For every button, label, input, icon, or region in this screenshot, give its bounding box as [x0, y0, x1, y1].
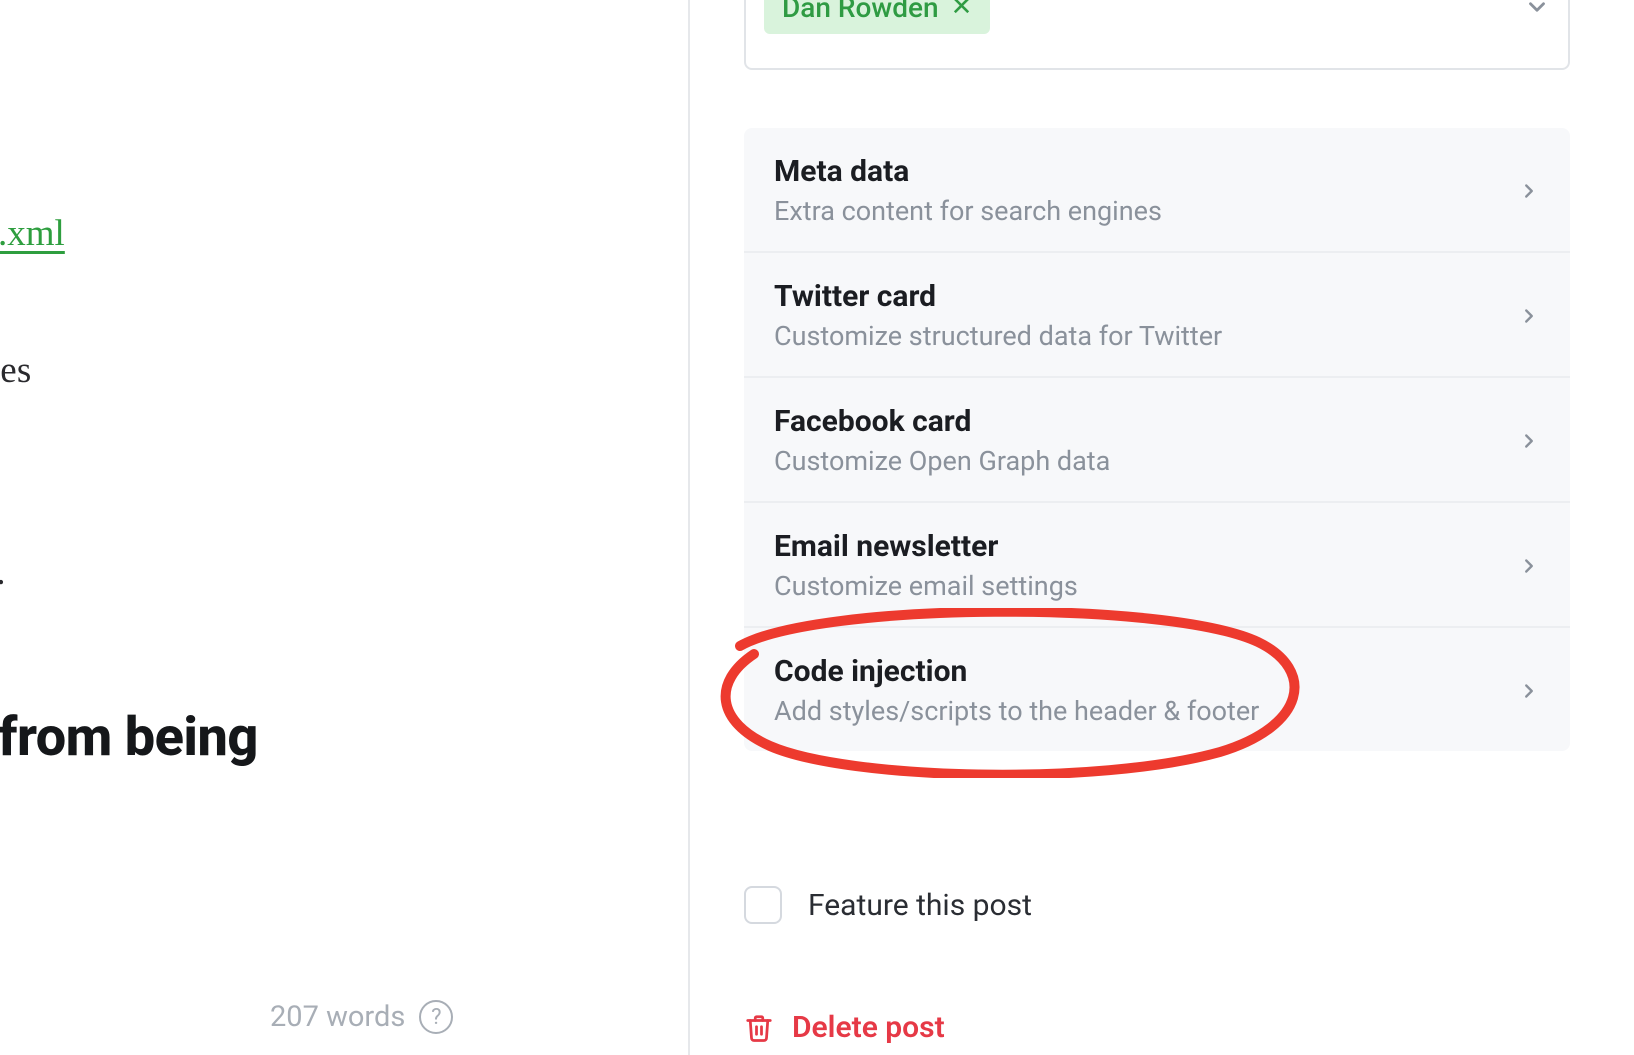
- author-chip-label: Dan Rowden: [782, 0, 939, 24]
- settings-item-title: Email newsletter: [774, 529, 1078, 564]
- settings-item-desc: Extra content for search engines: [774, 195, 1162, 227]
- remove-author-icon[interactable]: ✕: [951, 0, 973, 20]
- chevron-right-icon: [1518, 680, 1540, 702]
- settings-item-facebook-card[interactable]: Facebook card Customize Open Graph data: [744, 378, 1570, 503]
- settings-item-title: Code injection: [774, 654, 1259, 689]
- word-count: 207 words: [270, 1000, 405, 1034]
- chevron-down-icon[interactable]: [1524, 0, 1550, 20]
- delete-post-label: Delete post: [792, 1010, 945, 1045]
- help-icon[interactable]: ?: [419, 1000, 453, 1034]
- chevron-right-icon: [1518, 180, 1540, 202]
- settings-item-title: Facebook card: [774, 404, 1110, 439]
- editor-link[interactable]: .xml: [0, 212, 65, 255]
- settings-item-desc: Customize Open Graph data: [774, 445, 1110, 477]
- settings-item-meta-data[interactable]: Meta data Extra content for search engin…: [744, 128, 1570, 253]
- editor-heading-fragment: from being: [0, 706, 258, 769]
- editor-text-fragment: ill relatively easy.: [0, 544, 6, 601]
- settings-item-desc: Customize structured data for Twitter: [774, 320, 1222, 352]
- delete-post-button[interactable]: Delete post: [744, 1010, 945, 1045]
- post-editor-body[interactable]: ll of your site's .xml stop search engin…: [0, 0, 570, 1055]
- authors-select[interactable]: Dan Rowden ✕: [744, 0, 1570, 70]
- settings-item-desc: Add styles/scripts to the header & foote…: [774, 695, 1259, 727]
- chevron-right-icon: [1518, 430, 1540, 452]
- editor-text-fragment: stop search engines: [0, 342, 32, 399]
- chevron-right-icon: [1518, 305, 1540, 327]
- feature-post-checkbox[interactable]: [744, 886, 782, 924]
- post-settings-panel: Dan Rowden ✕ Meta data Extra content for…: [688, 0, 1634, 1055]
- trash-icon: [744, 1013, 774, 1043]
- chevron-right-icon: [1518, 555, 1540, 577]
- settings-item-code-injection[interactable]: Code injection Add styles/scripts to the…: [744, 628, 1570, 751]
- settings-item-twitter-card[interactable]: Twitter card Customize structured data f…: [744, 253, 1570, 378]
- settings-item-email-newsletter[interactable]: Email newsletter Customize email setting…: [744, 503, 1570, 628]
- settings-item-title: Meta data: [774, 154, 1162, 189]
- settings-item-title: Twitter card: [774, 279, 1222, 314]
- post-settings-list: Meta data Extra content for search engin…: [744, 128, 1570, 751]
- settings-item-desc: Customize email settings: [774, 570, 1078, 602]
- feature-post-label: Feature this post: [808, 888, 1032, 923]
- author-chip[interactable]: Dan Rowden ✕: [764, 0, 990, 34]
